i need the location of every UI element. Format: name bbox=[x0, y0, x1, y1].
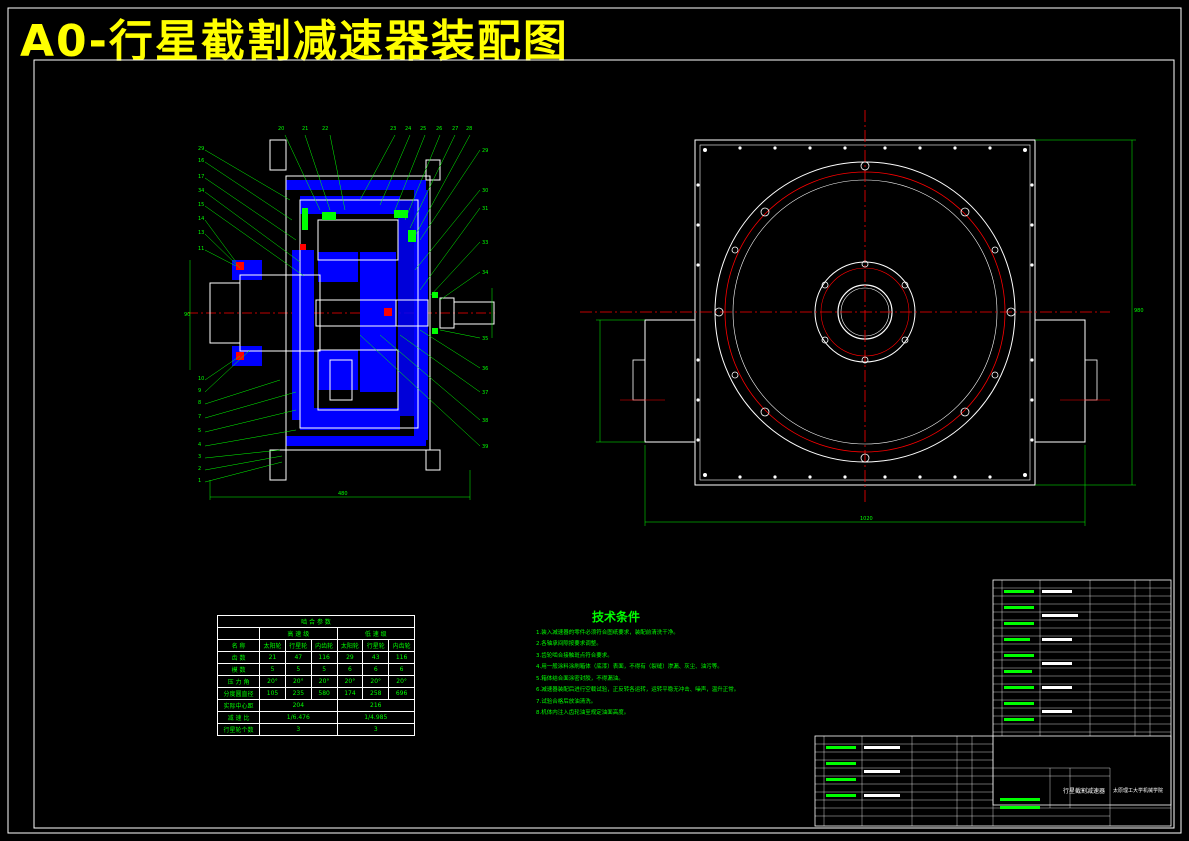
svg-text:26: 26 bbox=[436, 126, 442, 132]
technical-requirements-heading: 技术条件 bbox=[591, 610, 640, 624]
svg-text:33: 33 bbox=[482, 240, 488, 246]
svg-text:5: 5 bbox=[198, 428, 201, 434]
svg-text:7: 7 bbox=[198, 414, 201, 420]
requirement-item: 6.减速器装配后进行空载试验，正反转各运转，运转平稳无冲击、噪声，温升正常。 bbox=[536, 687, 740, 693]
svg-text:13: 13 bbox=[198, 230, 204, 236]
plan-view: 1020 980 bbox=[580, 110, 1144, 526]
svg-text:980: 980 bbox=[1134, 308, 1144, 314]
svg-text:16: 16 bbox=[198, 158, 204, 164]
params-title: 啮 合 参 数 bbox=[217, 615, 415, 628]
svg-text:480: 480 bbox=[338, 491, 348, 497]
requirement-item: 4.用一般涂料涂刷箱体（底漆）表面，不得有（裂缝）渗漏、灰尘、油污等。 bbox=[536, 664, 723, 670]
requirement-item: 8.机体内注入齿轮油至规定油面高度。 bbox=[536, 710, 630, 716]
svg-text:22: 22 bbox=[322, 126, 328, 132]
svg-text:14: 14 bbox=[198, 216, 204, 222]
svg-text:10: 10 bbox=[198, 376, 204, 382]
params-row: 模 数 5 5 5 6 6 6 bbox=[216, 663, 415, 676]
svg-text:34: 34 bbox=[198, 188, 204, 194]
svg-text:90: 90 bbox=[184, 312, 190, 318]
svg-text:23: 23 bbox=[390, 126, 396, 132]
svg-text:31: 31 bbox=[482, 206, 488, 212]
requirement-item: 5.箱体结合面涂密封胶，不得漏油。 bbox=[536, 675, 624, 682]
params-row: 压 力 角 20° 20° 20° 20° 20° 20° bbox=[216, 675, 415, 688]
svg-text:4: 4 bbox=[198, 442, 201, 448]
svg-text:3: 3 bbox=[198, 454, 201, 460]
params-row: 分度圆直径 105 235 580 174 258 696 bbox=[216, 687, 415, 700]
svg-text:25: 25 bbox=[420, 126, 426, 132]
params-merged-row: 行星轮个数 3 3 bbox=[216, 723, 416, 736]
svg-text:34: 34 bbox=[482, 270, 488, 276]
svg-text:30: 30 bbox=[482, 188, 488, 194]
svg-text:37: 37 bbox=[482, 390, 488, 396]
svg-text:24: 24 bbox=[405, 126, 411, 132]
svg-text:9: 9 bbox=[198, 388, 201, 394]
svg-text:29: 29 bbox=[198, 146, 204, 152]
svg-text:38: 38 bbox=[482, 418, 488, 424]
stage-header-high: 高 速 级 bbox=[259, 627, 338, 640]
svg-text:11: 11 bbox=[198, 246, 204, 252]
stage-header-low: 低 速 级 bbox=[336, 627, 416, 640]
organization-name: 太原理工大学机械学院 bbox=[1113, 787, 1163, 794]
svg-text:35: 35 bbox=[482, 336, 488, 342]
section-view: 291617 341514 131110 987 543 21 20 21 22 2… bbox=[184, 126, 495, 500]
requirement-item: 3.齿轮啮合接触斑点符合要求。 bbox=[536, 652, 613, 659]
technical-requirements: 技术条件 1.装入减速器的零件必须符合图纸要求，装配前清洗干净。 2.各轴承间隙… bbox=[536, 610, 866, 720]
meshing-parameters-table: 啮 合 参 数 高 速 级 低 速 级 名 称 太阳轮 行星轮 内齿轮 太阳轮 … bbox=[216, 615, 416, 736]
params-row: 齿 数 21 47 116 29 43 116 bbox=[216, 651, 415, 664]
svg-text:2: 2 bbox=[198, 466, 201, 472]
params-merged-row: 实际中心距 204 216 bbox=[216, 699, 416, 712]
svg-text:20: 20 bbox=[278, 126, 284, 132]
svg-text:21: 21 bbox=[302, 126, 308, 132]
svg-text:28: 28 bbox=[466, 126, 472, 132]
params-header-row: 名 称 太阳轮 行星轮 内齿轮 太阳轮 行星轮 内齿轮 bbox=[216, 639, 415, 652]
svg-text:27: 27 bbox=[452, 126, 458, 132]
svg-text:39: 39 bbox=[482, 444, 488, 450]
svg-text:17: 17 bbox=[198, 174, 204, 180]
bill-of-materials: 行星截割减速器 太原理工大学机械学院 bbox=[814, 579, 1172, 827]
svg-text:36: 36 bbox=[482, 366, 488, 372]
svg-text:1: 1 bbox=[198, 478, 201, 484]
params-merged-row: 减 速 比 1/6.476 1/4.985 bbox=[216, 711, 416, 724]
svg-text:8: 8 bbox=[198, 400, 201, 406]
svg-text:1020: 1020 bbox=[860, 516, 873, 522]
requirement-item: 1.装入减速器的零件必须符合图纸要求，装配前清洗干净。 bbox=[536, 629, 679, 636]
drawing-name: 行星截割减速器 bbox=[1063, 787, 1105, 795]
svg-text:15: 15 bbox=[198, 202, 204, 208]
svg-text:29: 29 bbox=[482, 148, 488, 154]
requirement-item: 2.各轴承间隙按要求调整。 bbox=[536, 641, 602, 647]
requirement-item: 7.试验合格后放油清洗。 bbox=[536, 698, 597, 705]
